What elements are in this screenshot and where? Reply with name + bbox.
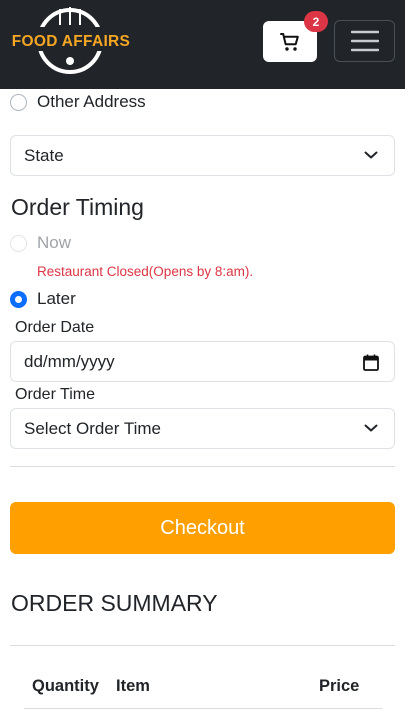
order-date-label: Order Date xyxy=(15,319,95,336)
order-time-select[interactable]: Select Order Time xyxy=(10,408,395,449)
order-time-label: Order Time xyxy=(15,386,96,403)
order-time-select-value: Select Order Time xyxy=(24,418,161,438)
state-select[interactable]: State xyxy=(10,135,395,176)
chevron-down-icon xyxy=(364,424,378,432)
logo-text: FOOD AFFAIRS xyxy=(11,33,131,50)
order-date-placeholder: dd/mm/yyyy xyxy=(24,351,115,371)
cart-count-badge: 2 xyxy=(304,11,328,32)
chevron-down-icon xyxy=(364,151,378,159)
other-address-radio[interactable] xyxy=(10,93,27,111)
checkout-button[interactable]: Checkout xyxy=(10,502,395,554)
table-header-divider xyxy=(24,708,382,709)
later-radio[interactable] xyxy=(10,290,27,308)
calendar-icon[interactable] xyxy=(363,354,379,371)
divider xyxy=(10,645,395,646)
order-summary-title: ORDER SUMMARY xyxy=(11,590,218,616)
later-label: Later xyxy=(37,289,76,308)
brand-logo[interactable]: FOOD AFFAIRS xyxy=(8,3,134,81)
menu-toggle-button[interactable] xyxy=(334,20,395,62)
other-address-option[interactable]: Other Address xyxy=(10,92,146,112)
column-header-quantity: Quantity xyxy=(32,677,99,695)
column-header-item: Item xyxy=(116,677,150,695)
now-radio xyxy=(10,234,27,252)
divider xyxy=(10,466,395,467)
cart-icon xyxy=(280,32,299,51)
top-navbar: FOOD AFFAIRS 2 xyxy=(0,0,405,89)
other-address-label: Other Address xyxy=(37,92,146,111)
order-date-input[interactable]: dd/mm/yyyy xyxy=(10,341,395,382)
restaurant-closed-message: Restaurant Closed(Opens by 8:am). xyxy=(37,264,254,279)
state-select-value: State xyxy=(24,145,64,165)
now-label: Now xyxy=(37,233,72,252)
later-option[interactable]: Later xyxy=(10,289,76,309)
hamburger-menu-icon xyxy=(350,30,379,52)
now-option: Now xyxy=(10,233,71,253)
order-timing-heading: Order Timing xyxy=(11,194,144,220)
column-header-price: Price xyxy=(319,677,360,695)
